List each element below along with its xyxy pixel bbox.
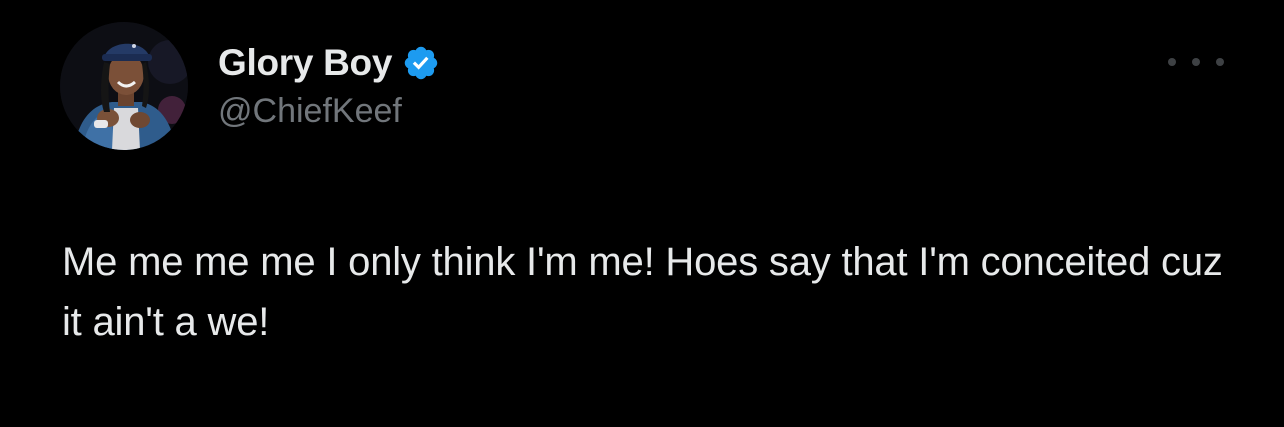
tweet-text: Me me me me I only think I'm me! Hoes sa…	[62, 240, 1234, 344]
more-dot	[1216, 58, 1224, 66]
more-dot	[1192, 58, 1200, 66]
avatar-image	[60, 22, 188, 150]
more-dot	[1168, 58, 1176, 66]
author-name-row: Glory Boy	[218, 37, 440, 89]
tweet-card: Glory Boy @ChiefKeef Me me me me I only …	[0, 0, 1284, 427]
author-display-name[interactable]: Glory Boy	[218, 42, 392, 84]
more-options-icon[interactable]	[1168, 52, 1224, 72]
author-handle[interactable]: @ChiefKeef	[218, 92, 402, 131]
avatar[interactable]	[60, 22, 188, 150]
verified-badge-icon	[402, 44, 440, 82]
